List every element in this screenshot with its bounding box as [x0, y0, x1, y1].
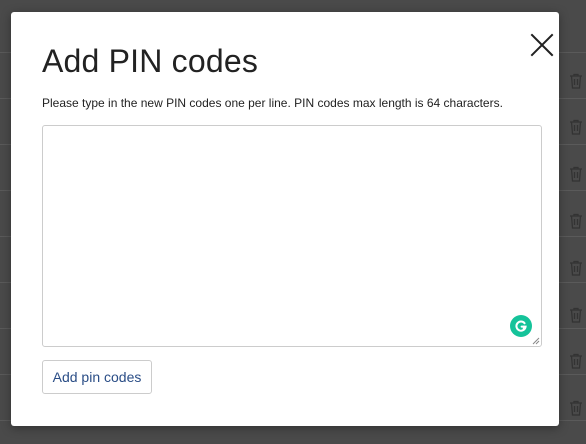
trash-icon: [570, 260, 582, 276]
trash-icon: [570, 353, 582, 369]
close-icon[interactable]: [529, 32, 555, 58]
trash-icon: [570, 119, 582, 135]
pin-codes-textarea[interactable]: [42, 125, 542, 347]
add-pin-codes-dialog: Add PIN codes Please type in the new PIN…: [11, 12, 559, 426]
trash-icon: [570, 73, 582, 89]
trash-icon: [570, 166, 582, 182]
dialog-description: Please type in the new PIN codes one per…: [42, 96, 503, 110]
trash-icon: [570, 213, 582, 229]
grammarly-icon[interactable]: [510, 315, 532, 337]
add-pin-codes-button[interactable]: Add pin codes: [42, 360, 152, 394]
dialog-title: Add PIN codes: [42, 43, 259, 79]
pin-codes-field-wrapper: [42, 125, 542, 347]
resize-handle-icon[interactable]: [532, 337, 540, 345]
trash-icon: [570, 400, 582, 416]
trash-icon: [570, 307, 582, 323]
